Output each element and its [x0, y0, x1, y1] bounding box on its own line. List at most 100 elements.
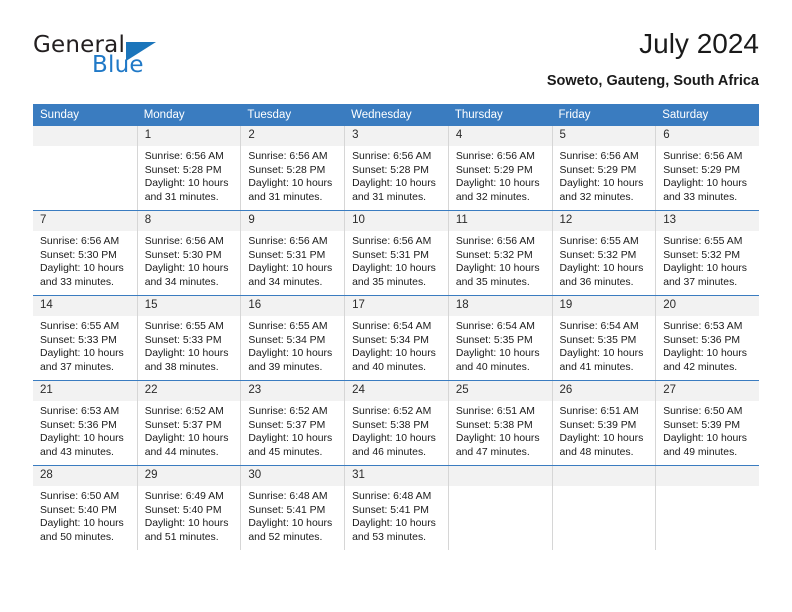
calendar-day-cell[interactable]: 21 Sunrise: 6:53 AM Sunset: 5:36 PM Dayl… [33, 380, 137, 466]
daylight-text-line2: and 32 minutes. [455, 192, 530, 204]
sunrise-text: Sunrise: 6:52 AM [248, 406, 328, 417]
page-title: July 2024 [639, 28, 759, 59]
calendar-day-cell[interactable]: 12 Sunrise: 6:55 AM Sunset: 5:32 PM Dayl… [551, 210, 656, 296]
daylight-text-line1: Daylight: 10 hours [144, 518, 229, 530]
calendar-day-cell[interactable]: 4 Sunrise: 6:56 AM Sunset: 5:29 PM Dayli… [447, 126, 552, 211]
day-info: Sunrise: 6:50 AM Sunset: 5:40 PM Dayligh… [33, 486, 137, 545]
calendar-day-cell[interactable]: 6 Sunrise: 6:56 AM Sunset: 5:29 PM Dayli… [655, 126, 759, 211]
calendar-day-cell[interactable]: 25 Sunrise: 6:51 AM Sunset: 5:38 PM Dayl… [447, 380, 552, 466]
calendar-day-cell[interactable]: 8 Sunrise: 6:56 AM Sunset: 5:30 PM Dayli… [136, 210, 241, 296]
day-number: 22 [137, 381, 241, 401]
daylight-text-line1: Daylight: 10 hours [352, 178, 436, 190]
daylight-text-line2: and 42 minutes. [663, 362, 738, 374]
day-number [552, 466, 656, 486]
day-number: 17 [345, 296, 448, 316]
calendar-day-cell[interactable]: 18 Sunrise: 6:54 AM Sunset: 5:35 PM Dayl… [447, 295, 552, 381]
calendar-day-cell[interactable]: 23 Sunrise: 6:52 AM Sunset: 5:37 PM Dayl… [240, 380, 345, 466]
day-number: 15 [137, 296, 241, 316]
sunset-text: Sunset: 5:29 PM [663, 164, 741, 176]
sunrise-text: Sunrise: 6:55 AM [248, 321, 328, 332]
sunrise-text: Sunrise: 6:56 AM [455, 236, 535, 247]
day-info: Sunrise: 6:56 AM Sunset: 5:29 PM Dayligh… [656, 146, 759, 205]
day-info: Sunrise: 6:56 AM Sunset: 5:28 PM Dayligh… [241, 146, 344, 205]
day-info: Sunrise: 6:56 AM Sunset: 5:32 PM Dayligh… [449, 231, 552, 290]
daylight-text-line2: and 33 minutes. [40, 277, 114, 289]
sunrise-text: Sunrise: 6:55 AM [663, 236, 743, 247]
day-number: 31 [345, 466, 448, 486]
sunrise-text: Sunrise: 6:51 AM [455, 406, 535, 417]
daylight-text-line1: Daylight: 10 hours [248, 348, 333, 360]
calendar-day-cell[interactable]: 31 Sunrise: 6:48 AM Sunset: 5:41 PM Dayl… [344, 465, 448, 550]
calendar-day-cell[interactable]: 20 Sunrise: 6:53 AM Sunset: 5:36 PM Dayl… [655, 295, 759, 381]
sunrise-text: Sunrise: 6:50 AM [663, 406, 743, 417]
sunrise-text: Sunrise: 6:52 AM [144, 406, 224, 417]
calendar-day-cell[interactable]: 7 Sunrise: 6:56 AM Sunset: 5:30 PM Dayli… [33, 210, 137, 296]
daylight-text-line1: Daylight: 10 hours [248, 263, 333, 275]
calendar-day-cell[interactable] [551, 465, 656, 550]
sunrise-text: Sunrise: 6:56 AM [663, 151, 743, 162]
sunrise-text: Sunrise: 6:50 AM [40, 491, 120, 502]
sunset-text: Sunset: 5:28 PM [352, 164, 429, 176]
sunset-text: Sunset: 5:37 PM [248, 419, 326, 431]
calendar-day-cell[interactable]: 30 Sunrise: 6:48 AM Sunset: 5:41 PM Dayl… [240, 465, 345, 550]
calendar-day-cell[interactable]: 15 Sunrise: 6:55 AM Sunset: 5:33 PM Dayl… [136, 295, 241, 381]
calendar-day-cell[interactable]: 2 Sunrise: 6:56 AM Sunset: 5:28 PM Dayli… [240, 126, 345, 211]
calendar-day-cell[interactable]: 9 Sunrise: 6:56 AM Sunset: 5:31 PM Dayli… [240, 210, 345, 296]
sunrise-text: Sunrise: 6:49 AM [144, 491, 224, 502]
day-number: 18 [448, 296, 552, 316]
day-info: Sunrise: 6:52 AM Sunset: 5:37 PM Dayligh… [241, 401, 344, 460]
calendar-day-cell[interactable]: 16 Sunrise: 6:55 AM Sunset: 5:34 PM Dayl… [240, 295, 345, 381]
sunrise-text: Sunrise: 6:53 AM [663, 321, 743, 332]
sunrise-text: Sunrise: 6:56 AM [559, 151, 639, 162]
day-number: 8 [137, 211, 241, 231]
daylight-text-line1: Daylight: 10 hours [248, 518, 333, 530]
calendar-day-cell[interactable]: 11 Sunrise: 6:56 AM Sunset: 5:32 PM Dayl… [447, 210, 552, 296]
calendar-day-cell[interactable]: 26 Sunrise: 6:51 AM Sunset: 5:39 PM Dayl… [551, 380, 656, 466]
day-number: 3 [345, 126, 448, 146]
calendar-day-cell[interactable]: 14 Sunrise: 6:55 AM Sunset: 5:33 PM Dayl… [33, 295, 137, 381]
general-blue-logo[interactable]: General Blue [33, 32, 213, 88]
day-number: 5 [552, 126, 656, 146]
daylight-text-line2: and 34 minutes. [248, 277, 323, 289]
day-number: 7 [33, 211, 137, 231]
daylight-text-line2: and 36 minutes. [559, 277, 634, 289]
calendar-day-cell[interactable]: 5 Sunrise: 6:56 AM Sunset: 5:29 PM Dayli… [551, 126, 656, 211]
daylight-text-line2: and 32 minutes. [559, 192, 634, 204]
sunrise-text: Sunrise: 6:56 AM [248, 151, 328, 162]
calendar-day-cell[interactable]: 24 Sunrise: 6:52 AM Sunset: 5:38 PM Dayl… [344, 380, 448, 466]
calendar-day-cell[interactable] [33, 126, 137, 211]
calendar-day-cell[interactable]: 22 Sunrise: 6:52 AM Sunset: 5:37 PM Dayl… [136, 380, 241, 466]
calendar-day-cell[interactable]: 1 Sunrise: 6:56 AM Sunset: 5:28 PM Dayli… [136, 126, 241, 211]
sunrise-text: Sunrise: 6:56 AM [144, 236, 224, 247]
day-number: 25 [448, 381, 552, 401]
calendar-day-cell[interactable]: 10 Sunrise: 6:56 AM Sunset: 5:31 PM Dayl… [344, 210, 448, 296]
day-number: 1 [137, 126, 241, 146]
sunset-text: Sunset: 5:31 PM [248, 249, 326, 261]
calendar-day-cell[interactable]: 17 Sunrise: 6:54 AM Sunset: 5:34 PM Dayl… [344, 295, 448, 381]
calendar-day-cell[interactable]: 3 Sunrise: 6:56 AM Sunset: 5:28 PM Dayli… [344, 126, 448, 211]
calendar-day-cell[interactable]: 28 Sunrise: 6:50 AM Sunset: 5:40 PM Dayl… [33, 465, 137, 550]
day-info: Sunrise: 6:56 AM Sunset: 5:31 PM Dayligh… [345, 231, 448, 290]
day-number: 28 [33, 466, 137, 486]
sunrise-text: Sunrise: 6:48 AM [248, 491, 328, 502]
day-number: 9 [241, 211, 345, 231]
calendar-page: General Blue July 2024 Soweto, Gauteng, … [0, 0, 792, 612]
calendar-day-cell[interactable]: 27 Sunrise: 6:50 AM Sunset: 5:39 PM Dayl… [655, 380, 759, 466]
day-number: 4 [448, 126, 552, 146]
calendar-day-cell[interactable]: 19 Sunrise: 6:54 AM Sunset: 5:35 PM Dayl… [551, 295, 656, 381]
daylight-text-line1: Daylight: 10 hours [40, 433, 124, 445]
weekday-header-monday: Monday [136, 104, 241, 126]
day-number: 26 [552, 381, 656, 401]
daylight-text-line1: Daylight: 10 hours [455, 433, 540, 445]
day-info: Sunrise: 6:55 AM Sunset: 5:33 PM Dayligh… [33, 316, 137, 375]
calendar-week-row: 7 Sunrise: 6:56 AM Sunset: 5:30 PM Dayli… [33, 210, 759, 296]
calendar-day-cell[interactable] [655, 465, 759, 550]
day-info: Sunrise: 6:51 AM Sunset: 5:39 PM Dayligh… [553, 401, 656, 460]
daylight-text-line2: and 33 minutes. [663, 192, 738, 204]
daylight-text-line2: and 31 minutes. [144, 192, 219, 204]
daylight-text-line1: Daylight: 10 hours [663, 433, 747, 445]
calendar-day-cell[interactable]: 13 Sunrise: 6:55 AM Sunset: 5:32 PM Dayl… [655, 210, 759, 296]
calendar-day-cell[interactable] [447, 465, 552, 550]
sunrise-text: Sunrise: 6:56 AM [144, 151, 224, 162]
calendar-day-cell[interactable]: 29 Sunrise: 6:49 AM Sunset: 5:40 PM Dayl… [136, 465, 241, 550]
